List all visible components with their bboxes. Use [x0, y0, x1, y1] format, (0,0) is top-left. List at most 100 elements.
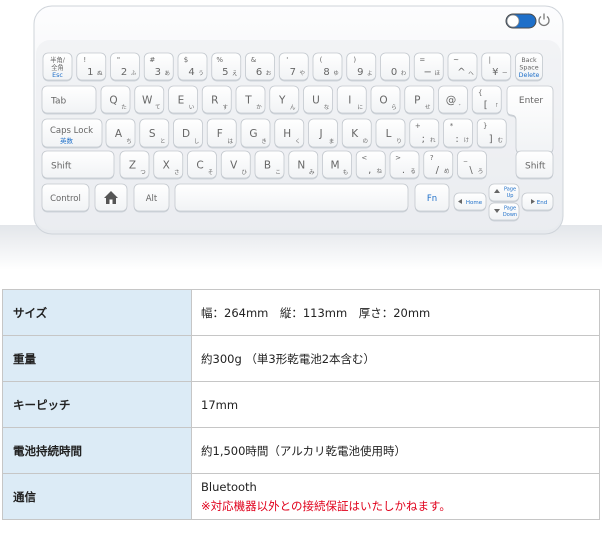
key-l[interactable]: Lり — [375, 118, 406, 149]
key-x[interactable]: Xさ — [153, 150, 184, 180]
svg-text:か: か — [256, 104, 262, 111]
key-q[interactable]: Qた — [100, 85, 131, 115]
key-backslash[interactable]: _\ ろ — [457, 150, 487, 180]
key-s[interactable]: Sと — [139, 118, 170, 149]
svg-text:0: 0 — [391, 67, 397, 78]
spec-value: 幅：264mm 縦：113mm 厚さ：20mm — [191, 289, 600, 336]
key-p[interactable]: Pせ — [404, 85, 435, 115]
key-5[interactable]: % 5 え — [211, 52, 242, 82]
key-home-logo[interactable] — [94, 183, 128, 213]
key-at[interactable]: @゛ — [438, 85, 468, 115]
spec-value: 約300g （単3形乾電池2本含む） — [191, 335, 600, 382]
key-slash[interactable]: ?/め — [423, 150, 454, 180]
key-o[interactable]: Oら — [370, 85, 401, 115]
svg-text:ま: ま — [329, 138, 335, 145]
key-minus[interactable]: = − ほ — [413, 52, 444, 82]
key-a[interactable]: Aち — [105, 118, 136, 149]
svg-text:つ: つ — [140, 170, 146, 176]
key-f[interactable]: Fは — [206, 118, 237, 149]
key-u[interactable]: Uな — [303, 85, 333, 115]
key-page-down[interactable]: PageDown — [488, 202, 520, 222]
key-semicolon[interactable]: +; れ — [409, 118, 440, 149]
key-bracket-close[interactable]: }] む — [476, 118, 507, 149]
key-r[interactable]: Rす — [201, 85, 232, 115]
key-space[interactable] — [174, 183, 409, 213]
svg-text:9: 9 — [357, 67, 363, 78]
key-k[interactable]: Kの — [341, 118, 372, 149]
svg-text:E: E — [178, 95, 185, 107]
key-b[interactable]: Bこ — [254, 150, 285, 180]
svg-text:A: A — [115, 128, 123, 140]
svg-text:Control: Control — [50, 194, 81, 204]
key-w[interactable]: Wて — [134, 85, 165, 115]
key-6[interactable]: & 6 お — [245, 52, 275, 82]
key-8[interactable]: (8 ゆ — [312, 52, 343, 82]
svg-text:に: に — [357, 104, 363, 111]
key-3[interactable]: #3 あ — [143, 52, 174, 82]
key-m[interactable]: Mも — [322, 150, 352, 180]
svg-text:Esc: Esc — [52, 72, 63, 79]
spec-label: 通信 — [2, 473, 192, 520]
svg-text:3: 3 — [155, 67, 161, 78]
key-t[interactable]: Tか — [235, 85, 266, 115]
svg-text:5: 5 — [222, 67, 228, 78]
svg-text:Up: Up — [507, 193, 514, 199]
key-y[interactable]: Yん — [269, 85, 300, 115]
key-shift-right[interactable]: Shift — [515, 150, 554, 180]
svg-text:6: 6 — [256, 67, 262, 78]
key-n[interactable]: Nみ — [288, 150, 319, 180]
key-comma[interactable]: <, ね — [355, 150, 386, 180]
key-d[interactable]: Dし — [173, 118, 203, 149]
key-home[interactable]: Home — [453, 192, 487, 212]
key-control[interactable]: Control — [41, 183, 90, 213]
svg-text:Back: Back — [521, 57, 537, 64]
key-7[interactable]: '7 や — [278, 52, 309, 82]
svg-text:*: * — [450, 122, 454, 130]
svg-text:−: − — [424, 67, 432, 78]
key-backspace[interactable]: BackSpaceDelete — [515, 52, 543, 82]
svg-text:;: ; — [422, 134, 425, 145]
svg-text:き: き — [261, 138, 267, 145]
key-4[interactable]: $4 う — [177, 52, 208, 82]
svg-text:よ: よ — [367, 70, 373, 77]
key-caret[interactable]: ~ ^ へ — [447, 52, 478, 82]
key-2[interactable]: "2 ふ — [110, 52, 140, 82]
svg-text:$: $ — [184, 56, 188, 64]
svg-text:し: し — [194, 138, 200, 145]
key-hankaku[interactable]: 半角/全角Esc — [42, 52, 73, 82]
key-e[interactable]: Eい — [168, 85, 198, 115]
svg-text:Page: Page — [504, 206, 516, 212]
svg-text:): ) — [353, 56, 356, 64]
key-yen[interactable]: |¥ ー — [481, 52, 512, 82]
svg-text:め: め — [444, 168, 450, 175]
key-9[interactable]: )9 よ — [346, 52, 377, 82]
key-shift-left[interactable]: Shift — [41, 150, 115, 180]
key-c[interactable]: Cそ — [187, 150, 217, 180]
key-v[interactable]: Vひ — [220, 150, 251, 180]
key-capslock[interactable]: Caps Lock英数 — [41, 118, 103, 149]
key-period[interactable]: >. る — [389, 150, 420, 180]
key-z[interactable]: Zつ — [119, 150, 150, 180]
svg-text:[: [ — [484, 100, 488, 111]
svg-text:_: _ — [463, 154, 468, 162]
key-fn[interactable]: Fn — [414, 183, 450, 213]
svg-text:い: い — [189, 104, 195, 111]
key-bracket-open[interactable]: {[「 — [471, 85, 502, 115]
key-g[interactable]: Gき — [240, 118, 271, 149]
key-h[interactable]: Hく — [274, 118, 305, 149]
key-colon[interactable]: *: け — [443, 118, 473, 149]
key-j[interactable]: Jま — [308, 118, 338, 149]
key-1[interactable]: !1 ぬ — [76, 52, 107, 82]
key-alt[interactable]: Alt — [133, 183, 170, 213]
spec-value-text: Bluetooth — [201, 479, 257, 494]
svg-text:Page: Page — [504, 187, 516, 193]
key-end[interactable]: End — [521, 192, 554, 212]
key-i[interactable]: Iに — [336, 85, 367, 115]
svg-text:ろ: ろ — [478, 168, 484, 175]
spec-row-size: サイズ 幅：264mm 縦：113mm 厚さ：20mm — [2, 289, 600, 336]
key-tab[interactable]: Tab — [41, 85, 97, 115]
svg-text:は: は — [227, 138, 233, 145]
svg-text:': ' — [286, 56, 288, 64]
key-page-up[interactable]: PageUp — [488, 183, 520, 203]
key-0[interactable]: 0わ — [380, 52, 410, 82]
